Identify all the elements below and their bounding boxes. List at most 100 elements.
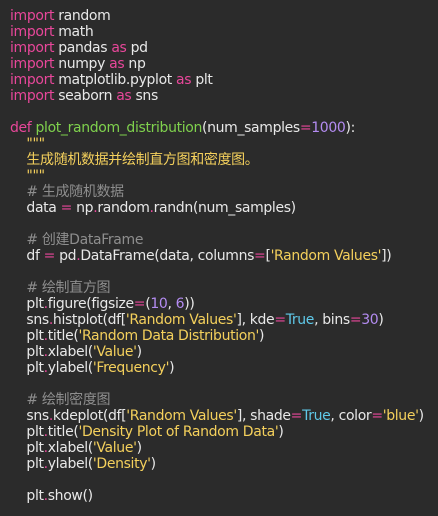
code-line: plt.show()	[10, 488, 438, 504]
code-token-op: =	[133, 296, 146, 312]
code-token-cm: # 生成随机数据	[10, 184, 124, 200]
code-token-plain: data	[10, 200, 61, 216]
code-token-plain: plt	[10, 424, 44, 440]
code-token-plain: )	[418, 408, 424, 424]
code-line: import random	[10, 8, 438, 24]
code-token-kw: as	[111, 40, 127, 56]
code-token-plain: )	[259, 328, 265, 344]
code-token-plain: xlabel(	[47, 440, 94, 456]
code-token-op: =	[299, 120, 312, 136]
code-token-plain: ], kde	[236, 312, 275, 328]
code-token-op: =	[43, 248, 56, 264]
code-token-kw: import	[10, 56, 55, 72]
code-token-plain: plt	[10, 488, 44, 504]
code-token-plain: plt	[191, 72, 213, 88]
code-line: sns.histplot(df['Random Values'], kde=Tr…	[10, 312, 438, 328]
code-token-doc: 生成随机数据并绘制直方图和密度图。	[10, 152, 259, 168]
code-line: import seaborn as sns	[10, 88, 438, 104]
code-token-plain: ylabel(	[47, 456, 94, 472]
code-token-str: 'blue'	[382, 408, 419, 424]
code-token-plain: plt	[10, 456, 44, 472]
code-line: data = np.random.randn(num_samples)	[10, 200, 438, 216]
code-token-str: 'Random Values'	[126, 408, 237, 424]
code-token-num: 6	[175, 296, 185, 312]
code-token-doc: """	[10, 168, 45, 184]
code-token-bool: True	[302, 408, 331, 424]
code-token-plain: random	[97, 200, 150, 216]
code-token-plain: matplotlib.pyplot	[54, 72, 177, 88]
code-token-plain: math	[54, 24, 94, 40]
code-token-plain: sns	[10, 312, 49, 328]
code-line: """	[10, 136, 438, 152]
code-token-kw: import	[10, 88, 55, 104]
code-token-plain: np	[72, 200, 94, 216]
code-token-plain: ylabel(	[47, 360, 94, 376]
code-token-plain: plt	[10, 440, 44, 456]
code-token-plain: pd	[126, 40, 148, 56]
code-token-plain: )	[136, 440, 142, 456]
code-token-plain: random	[54, 8, 111, 24]
code-token-plain: show()	[47, 488, 93, 504]
code-token-plain: , color	[330, 408, 372, 424]
code-token-plain: ], shade	[236, 408, 291, 424]
code-token-plain: xlabel(	[47, 344, 94, 360]
code-token-plain: , bins	[314, 312, 350, 328]
code-token-plain: )	[150, 456, 156, 472]
code-token-plain: )	[169, 360, 175, 376]
code-line: plt.ylabel('Frequency')	[10, 360, 438, 376]
code-line: plt.title('Density Plot of Random Data')	[10, 424, 438, 440]
code-token-plain: seaborn	[54, 88, 117, 104]
code-token-plain: (num_samples	[202, 120, 300, 136]
code-token-cm: # 创建DataFrame	[10, 232, 144, 248]
code-token-kw: def	[10, 120, 32, 136]
code-token-plain: sns	[131, 88, 158, 104]
code-editor[interactable]: import random import math import pandas as…	[0, 0, 438, 516]
code-token-plain: ])	[381, 248, 392, 264]
code-line: def plot_random_distribution(num_samples…	[10, 120, 438, 136]
code-line: """	[10, 168, 438, 184]
code-token-plain: kdeplot(df[	[52, 408, 127, 424]
code-token-plain: sns	[10, 408, 49, 424]
code-token-plain: df	[10, 248, 44, 264]
code-token-plain: randn(num_samples)	[153, 200, 297, 216]
code-line: plt.xlabel('Value')	[10, 344, 438, 360]
code-token-op: =	[349, 312, 362, 328]
code-line: import pandas as pd	[10, 40, 438, 56]
code-token-plain: plt	[10, 328, 44, 344]
code-line: # 绘制直方图	[10, 280, 438, 296]
code-token-plain: )	[136, 344, 142, 360]
code-token-str: 'Random Values'	[125, 312, 237, 328]
code-line: # 生成随机数据	[10, 184, 438, 200]
code-token-op: =	[254, 248, 266, 264]
code-line: import math	[10, 24, 438, 40]
code-token-plain: pd	[55, 248, 77, 264]
code-token-bool: True	[285, 312, 315, 328]
code-token-num: 30	[361, 312, 379, 328]
code-line: 生成随机数据并绘制直方图和密度图。	[10, 152, 438, 168]
code-token-str: 'Density Plot of Random Data'	[78, 424, 279, 440]
code-token-op: =	[371, 408, 383, 424]
code-token-op: =	[60, 200, 73, 216]
code-token-plain: ,	[167, 296, 176, 312]
code-token-op: =	[290, 408, 303, 424]
code-line: sns.kdeplot(df['Random Values'], shade=T…	[10, 408, 438, 424]
code-token-plain: DataFrame(data, columns	[80, 248, 255, 264]
code-line: plt.xlabel('Value')	[10, 440, 438, 456]
code-token-plain: figure(figsize	[47, 296, 134, 312]
code-line: plt.figure(figsize=(10, 6))	[10, 296, 438, 312]
code-token-kw: import	[10, 24, 55, 40]
code-token-plain: plt	[10, 296, 44, 312]
code-line: df = pd.DataFrame(data, columns=['Random…	[10, 248, 438, 264]
code-token-kw: import	[10, 40, 55, 56]
code-line: # 绘制密度图	[10, 392, 438, 408]
code-line: plt.title('Random Data Distribution')	[10, 328, 438, 344]
code-token-plain: plt	[10, 360, 44, 376]
code-token-plain: pandas	[54, 40, 112, 56]
code-token-plain: ))	[184, 296, 195, 312]
code-token-kw: as	[116, 88, 132, 104]
